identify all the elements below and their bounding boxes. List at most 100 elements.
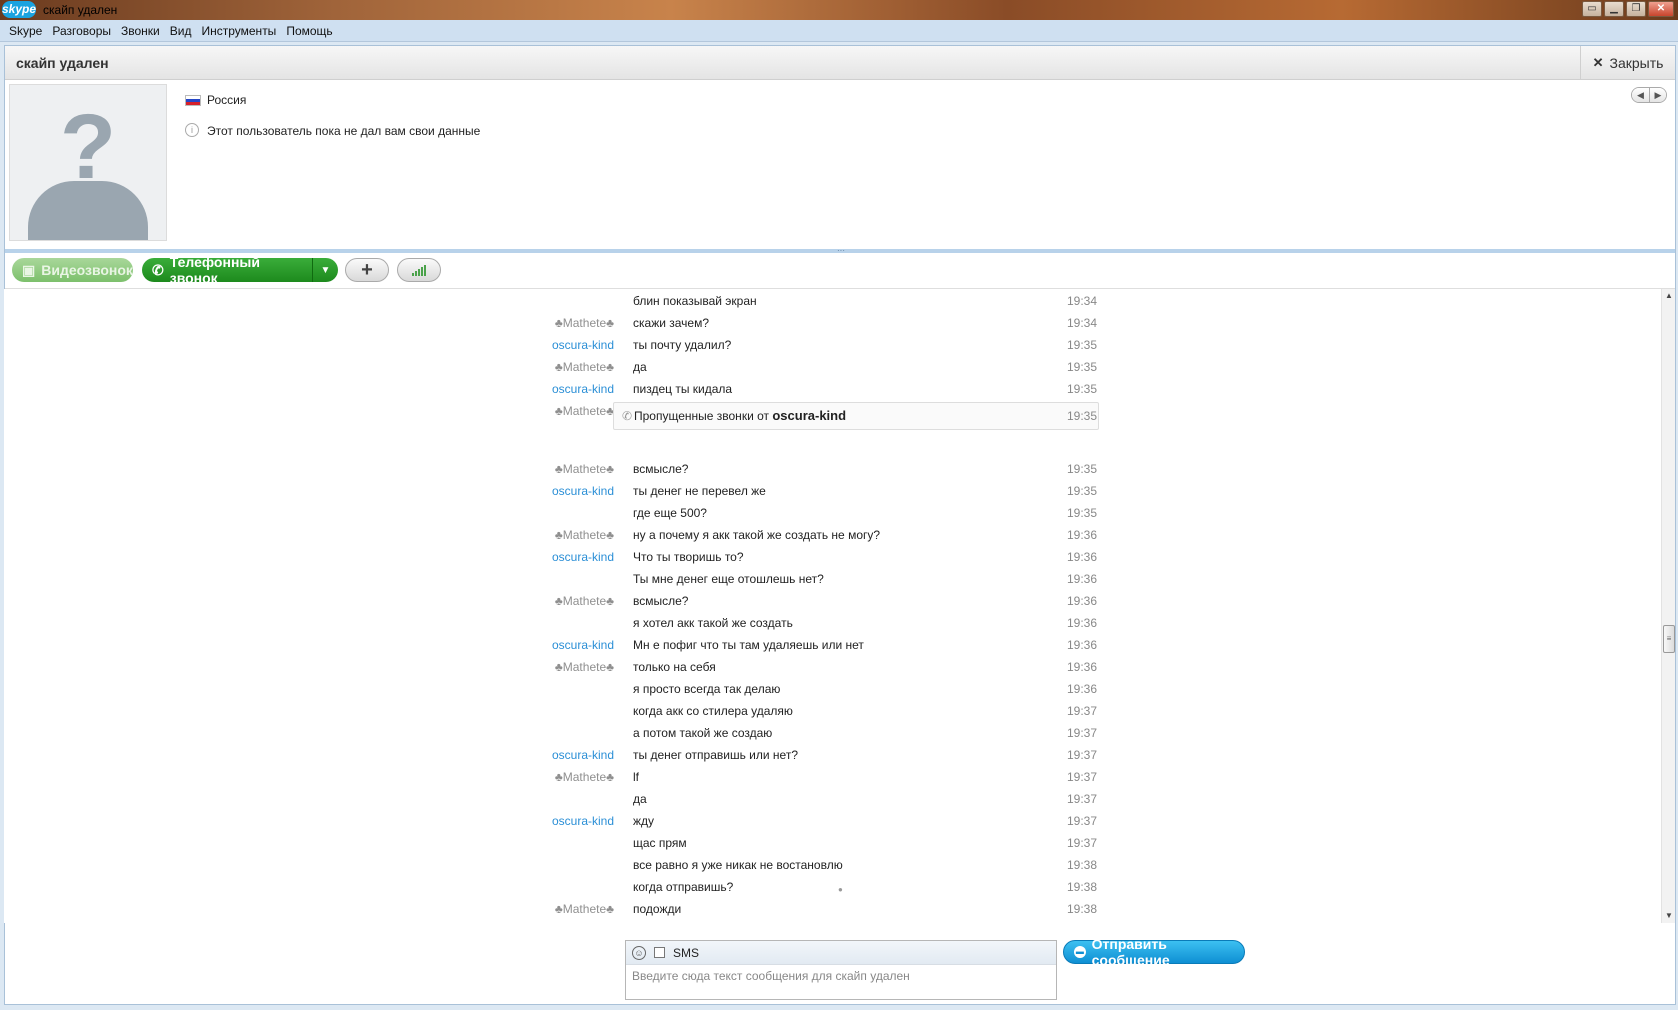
message-sender[interactable]: oscura-kind: [552, 744, 614, 766]
chat-message: ♣Mathete♣ да 19:35: [4, 356, 1674, 378]
phone-call-button[interactable]: ✆ Телефонный звонок ▼: [142, 254, 338, 286]
chat-scrollbar[interactable]: ▲ ≡ ▼: [1661, 289, 1675, 923]
message-text: Мн е пофиг что ты там удаляешь или нет: [633, 638, 864, 652]
chat-message: oscura-kind жду 19:37: [4, 810, 1674, 832]
message-sender[interactable]: oscura-kind: [552, 334, 614, 356]
chat-message: oscura-kind ты почту удалил? 19:35: [4, 334, 1674, 356]
missed-call-contact[interactable]: oscura-kind: [772, 408, 846, 423]
chat-message: oscura-kind пиздец ты кидала 19:35: [4, 378, 1674, 400]
message-sender[interactable]: ♣Mathete♣: [555, 458, 614, 480]
close-conversation-button[interactable]: ✕ Закрыть: [1580, 46, 1675, 79]
scroll-down-icon[interactable]: ▼: [1662, 909, 1676, 923]
arrow-right-icon[interactable]: ▶: [1649, 88, 1666, 102]
chevron-down-icon[interactable]: ▼: [312, 258, 338, 282]
message-text: Что ты творишь то?: [633, 550, 744, 564]
sms-label: SMS: [673, 945, 700, 960]
send-message-button[interactable]: ▬ Отправить сообщение: [1063, 936, 1245, 968]
menu-conversations[interactable]: Разговоры: [47, 21, 116, 41]
call-toolbar: ▣ Видеозвонок ✆ Телефонный звонок ▼ +: [5, 253, 1675, 289]
chat-message: ♣Mathete♣ всмысле? 19:36: [4, 590, 1674, 612]
message-sender[interactable]: ♣Mathete♣: [555, 898, 614, 920]
message-input[interactable]: Введите сюда текст сообщения для скайп у…: [626, 965, 1056, 987]
message-time: 19:35: [1067, 338, 1098, 352]
chat-history[interactable]: блин показывай экран 19:34 ♣Mathete♣ скажи …: [4, 289, 1662, 923]
compact-view-icon[interactable]: ▭: [1582, 1, 1602, 17]
message-time: 19:38: [1067, 858, 1098, 872]
avatar[interactable]: ?: [9, 84, 167, 241]
contact-title: скайп удален: [16, 55, 109, 71]
message-time: 19:37: [1067, 748, 1098, 762]
message-text: ну а почему я акк такой же создать не мо…: [633, 528, 881, 542]
chat-message: oscura-kind Что ты творишь то? 19:36: [4, 546, 1674, 568]
chat-message: все равно я уже никак не востановлю 19:38: [4, 854, 1674, 876]
message-text: жду: [633, 814, 655, 828]
chat-message: щас прям 19:37: [4, 832, 1674, 854]
message-sender[interactable]: ♣Mathete♣: [555, 400, 614, 422]
message-sender[interactable]: oscura-kind: [552, 810, 614, 832]
message-time: 19:37: [1067, 770, 1098, 784]
chat-bubble-icon: ▬: [1074, 946, 1086, 958]
menu-tools[interactable]: Инструменты: [196, 21, 281, 41]
skype-logo: skype: [2, 1, 37, 18]
composer-resize-handle[interactable]: ●: [838, 885, 843, 894]
message-time: 19:37: [1067, 792, 1098, 806]
chat-message: oscura-kind Мн е пофиг что ты там удаляеш…: [4, 634, 1674, 656]
message-sender[interactable]: oscura-kind: [552, 546, 614, 568]
message-text: скажи зачем?: [633, 316, 710, 330]
chat-message: я хотел акк такой же создать 19:36: [4, 612, 1674, 634]
menu-skype[interactable]: Skype: [4, 21, 47, 41]
message-sender[interactable]: oscura-kind: [552, 634, 614, 656]
arrow-left-icon[interactable]: ◀: [1632, 88, 1649, 102]
message-time: 19:37: [1067, 704, 1098, 718]
message-sender[interactable]: oscura-kind: [552, 378, 614, 400]
message-sender[interactable]: ♣Mathete♣: [555, 356, 614, 378]
message-time: 19:37: [1067, 836, 1098, 850]
close-label: Закрыть: [1609, 54, 1664, 71]
scroll-thumb[interactable]: ≡: [1663, 625, 1675, 653]
message-time: 19:35: [1067, 484, 1098, 498]
chat-message: ♣Mathete♣ только на себя 19:36: [4, 656, 1674, 678]
message-sender[interactable]: ♣Mathete♣: [555, 312, 614, 334]
message-time: 19:37: [1067, 726, 1098, 740]
message-composer: ☺ SMS Введите сюда текст сообщения для с…: [625, 940, 1057, 1000]
phone-call-label: Телефонный звонок: [169, 254, 260, 286]
minimize-icon[interactable]: ▁: [1604, 1, 1624, 17]
emoticon-icon[interactable]: ☺: [632, 945, 646, 960]
message-time: 19:37: [1067, 814, 1098, 828]
add-button[interactable]: +: [345, 258, 389, 282]
message-sender[interactable]: ♣Mathete♣: [555, 656, 614, 678]
close-icon: ✕: [1592, 54, 1604, 70]
sms-checkbox[interactable]: [654, 947, 665, 958]
message-text: только на себя: [633, 660, 716, 674]
message-text: все равно я уже никак не востановлю: [633, 858, 843, 872]
menu-view[interactable]: Вид: [165, 21, 197, 41]
info-icon: i: [185, 123, 199, 137]
window-title: скайп удален: [43, 3, 118, 17]
message-time: 19:36: [1067, 572, 1098, 586]
message-time: 19:35: [1067, 360, 1098, 374]
menu-help[interactable]: Помощь: [281, 21, 337, 41]
message-sender[interactable]: ♣Mathete♣: [555, 766, 614, 788]
menu-calls[interactable]: Звонки: [116, 21, 165, 41]
message-time: 19:36: [1067, 660, 1098, 674]
video-call-button[interactable]: ▣ Видеозвонок: [12, 258, 133, 282]
message-text: пиздец ты кидала: [633, 382, 733, 396]
restore-icon[interactable]: ❐: [1626, 1, 1646, 17]
chat-message: Ты мне денег еще отошлешь нет? 19:36: [4, 568, 1674, 590]
message-sender[interactable]: oscura-kind: [552, 480, 614, 502]
scroll-up-icon[interactable]: ▲: [1662, 289, 1676, 303]
missed-call-label: Пропущенные звонки от: [634, 409, 770, 423]
chat-message: ♣Mathete♣ скажи зачем? 19:34: [4, 312, 1674, 334]
message-text: Ты мне денег еще отошлешь нет?: [633, 572, 824, 586]
unknown-user-icon: ?: [59, 96, 117, 198]
missed-call-time: 19:35: [1067, 409, 1098, 423]
message-time: 19:35: [1067, 462, 1098, 476]
call-quality-button[interactable]: [397, 258, 441, 282]
message-sender[interactable]: ♣Mathete♣: [555, 590, 614, 612]
close-icon[interactable]: ✕: [1648, 1, 1674, 17]
message-sender[interactable]: ♣Mathete♣: [555, 524, 614, 546]
plus-icon: +: [361, 258, 373, 281]
signal-bars-icon: [412, 264, 426, 276]
message-time: 19:36: [1067, 682, 1098, 696]
chat-message: ♣Mathete♣ подожди 19:38: [4, 898, 1674, 920]
